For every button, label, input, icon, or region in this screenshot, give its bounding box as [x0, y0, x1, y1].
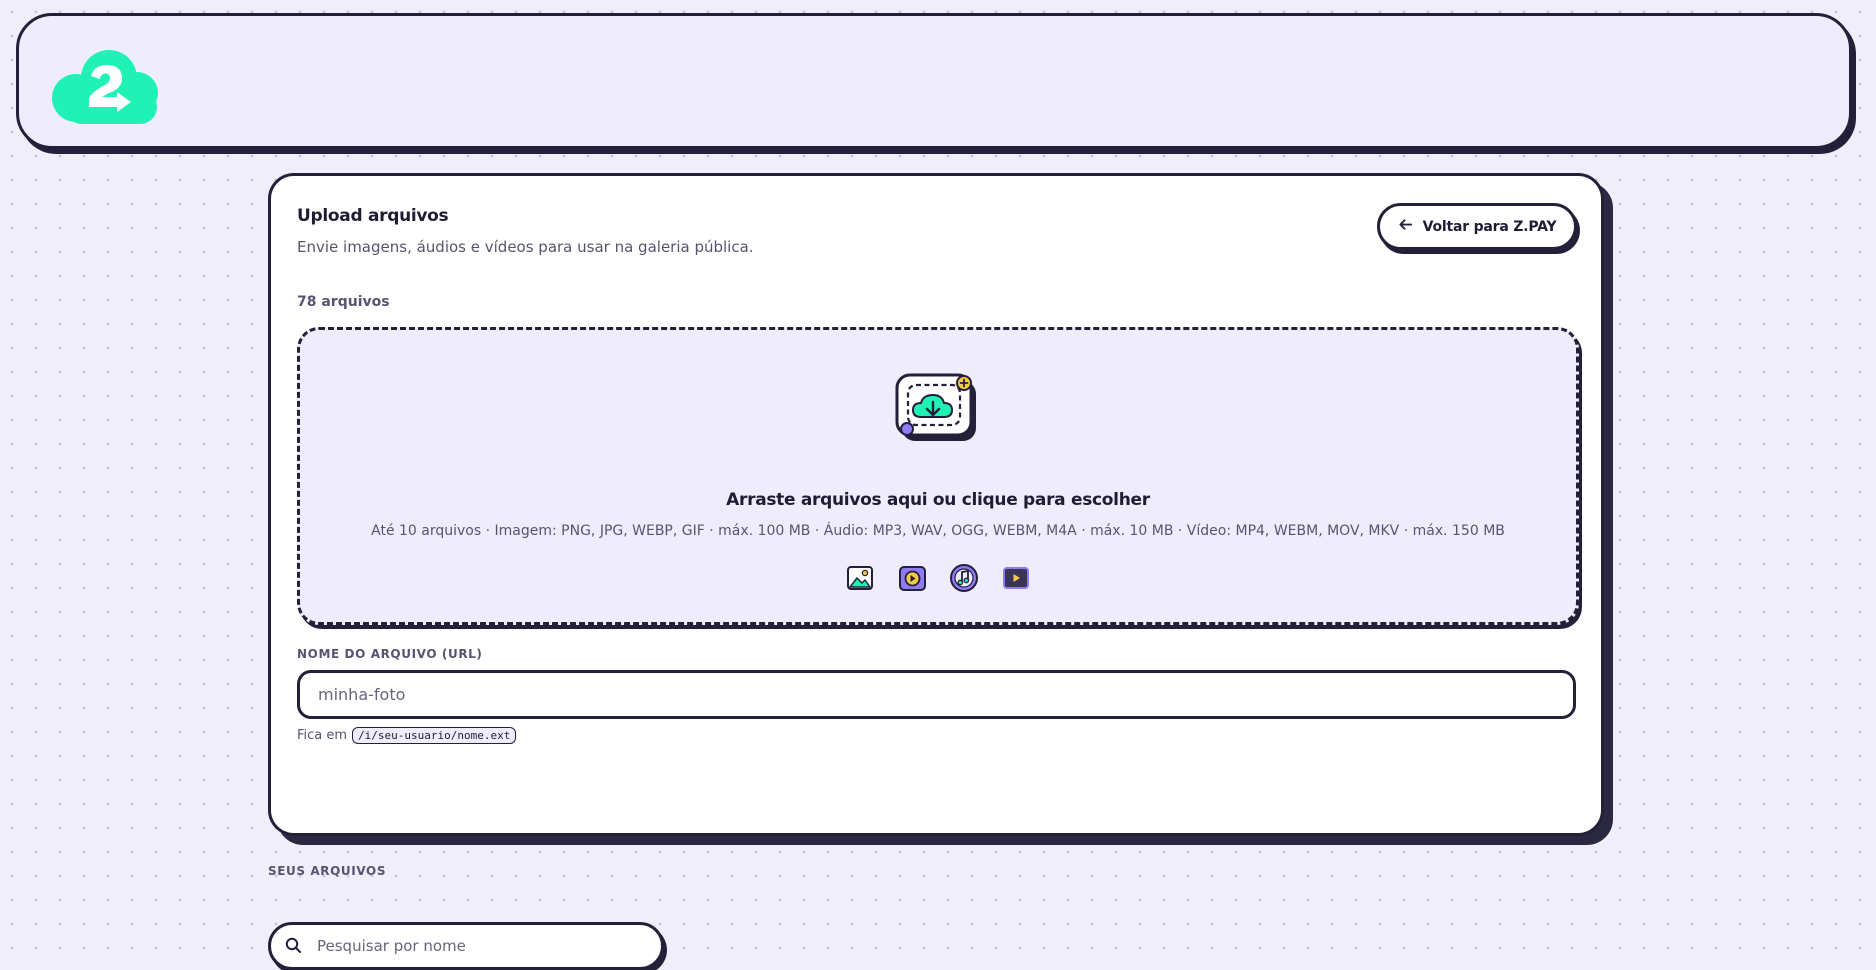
filename-hint: Fica em /i/seu-usuario/nome.ext [297, 727, 517, 744]
your-files-label: SEUS ARQUIVOS [268, 864, 387, 878]
file-search-box[interactable] [268, 922, 664, 970]
top-header [16, 13, 1852, 149]
back-button-label: Voltar para Z.PAY [1422, 218, 1557, 235]
search-icon [285, 937, 302, 954]
upload-dropzone[interactable]: Arraste arquivos aqui ou clique para esc… [297, 327, 1579, 625]
dropzone-limits: Até 10 arquivos · Imagem: PNG, JPG, WEBP… [371, 523, 1505, 539]
filename-input[interactable] [297, 670, 1576, 719]
video-icon [1001, 563, 1031, 593]
page-title: Upload arquivos [297, 206, 449, 226]
image-icon [845, 563, 875, 593]
file-type-icons [300, 563, 1576, 593]
zpay-cloud-logo-icon[interactable] [51, 48, 159, 126]
media-play-icon [897, 563, 927, 593]
search-input[interactable] [317, 925, 637, 967]
cloud-upload-icon [894, 372, 984, 448]
file-count: 78 arquivos [297, 294, 390, 310]
filename-label: NOME DO ARQUIVO (URL) [297, 647, 483, 661]
back-to-zpay-button[interactable]: Voltar para Z.PAY [1377, 203, 1577, 250]
upload-card: Upload arquivos Envie imagens, áudios e … [268, 173, 1604, 836]
page-subtitle: Envie imagens, áudios e vídeos para usar… [297, 238, 754, 256]
dropzone-title: Arraste arquivos aqui ou clique para esc… [726, 490, 1150, 510]
arrow-left-icon [1398, 217, 1413, 236]
filename-hint-path: /i/seu-usuario/nome.ext [352, 727, 517, 744]
filename-hint-prefix: Fica em [297, 728, 348, 743]
music-note-icon [949, 563, 979, 593]
